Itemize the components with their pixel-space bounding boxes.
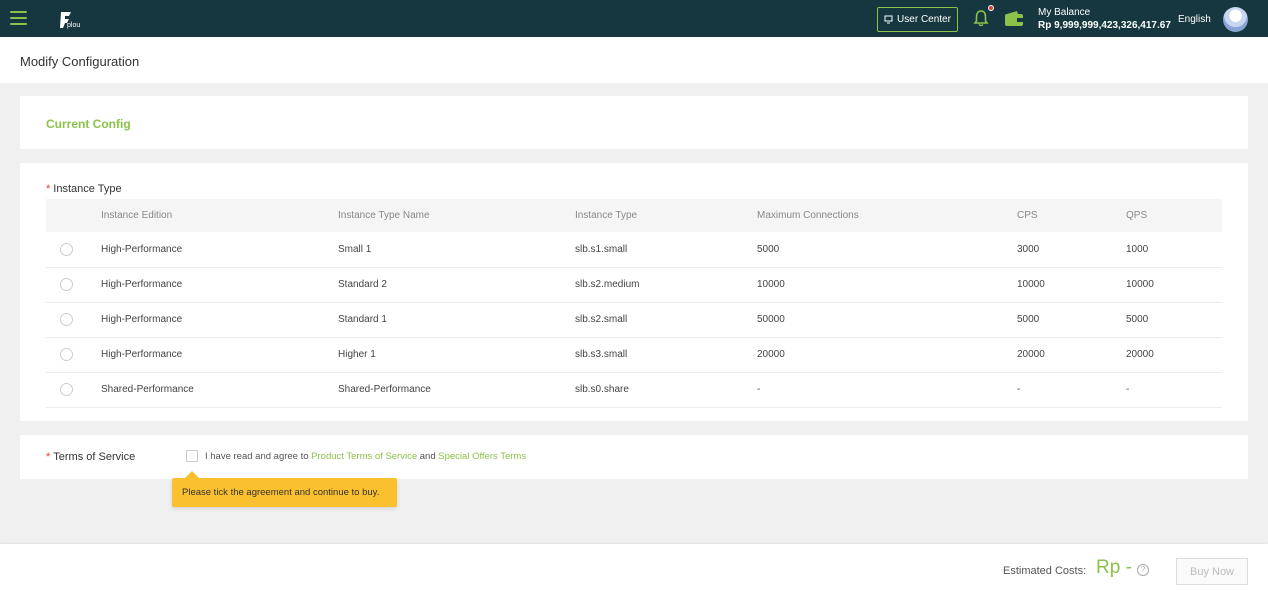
table-cell: 5000 bbox=[757, 232, 1017, 268]
table-cell: Higher 1 bbox=[338, 337, 575, 373]
table-row[interactable]: Shared-Performance Shared-Performance sl… bbox=[46, 372, 1222, 408]
page-header: Modify Configuration bbox=[0, 37, 1268, 83]
instance-type-card: * Instance Type Instance Edition Instance… bbox=[20, 163, 1248, 421]
agree-prefix-text: I have read and agree to bbox=[205, 451, 309, 462]
table-cell: 20000 bbox=[757, 337, 1017, 373]
table-cell: slb.s1.small bbox=[575, 232, 757, 268]
instance-type-table: Instance Edition Instance Type Name Inst… bbox=[46, 199, 1222, 408]
table-cell: Small 1 bbox=[338, 232, 575, 268]
table-cell: 10000 bbox=[757, 267, 1017, 303]
help-icon[interactable]: ? bbox=[1137, 564, 1149, 576]
table-cell: Shared-Performance bbox=[101, 372, 338, 408]
footer-bar: Estimated Costs: Rp - ? Buy Now bbox=[0, 544, 1268, 596]
table-cell: Standard 1 bbox=[338, 302, 575, 338]
special-offers-terms-link[interactable]: Special Offers Terms bbox=[438, 451, 526, 462]
table-header-row: Instance Edition Instance Type Name Inst… bbox=[46, 199, 1222, 232]
table-cell: slb.s0.share bbox=[575, 372, 757, 408]
table-cell: Shared-Performance bbox=[338, 372, 575, 408]
table-row[interactable]: High-Performance Higher 1 slb.s3.small 2… bbox=[46, 337, 1222, 373]
buy-now-button[interactable]: Buy Now bbox=[1176, 558, 1248, 585]
instance-type-label: * Instance Type bbox=[46, 183, 122, 195]
estimated-costs-value: Rp - bbox=[1096, 557, 1132, 578]
radio-column-header bbox=[46, 199, 101, 232]
balance-label: My Balance bbox=[1038, 7, 1091, 18]
table-cell: 20000 bbox=[1126, 337, 1222, 373]
table-cell: High-Performance bbox=[101, 232, 338, 268]
current-config-title: Current Config bbox=[46, 117, 131, 131]
column-header: Instance Edition bbox=[101, 199, 338, 232]
table-cell: 1000 bbox=[1126, 232, 1222, 268]
table-cell: 50000 bbox=[757, 302, 1017, 338]
column-header: Instance Type Name bbox=[338, 199, 575, 232]
user-center-button[interactable]: User Center bbox=[877, 7, 958, 32]
instance-radio-button[interactable] bbox=[60, 383, 73, 396]
instance-type-label-text: Instance Type bbox=[53, 183, 122, 195]
terms-agreement-text: I have read and agree to Product Terms o… bbox=[205, 451, 526, 462]
table-cell: - bbox=[1126, 372, 1222, 408]
page-title: Modify Configuration bbox=[20, 54, 140, 69]
table-cell: 5000 bbox=[1017, 302, 1126, 338]
instance-radio-button[interactable] bbox=[60, 278, 73, 291]
instance-radio-button[interactable] bbox=[60, 348, 73, 361]
table-row[interactable]: High-Performance Standard 2 slb.s2.mediu… bbox=[46, 267, 1222, 303]
instance-radio-button[interactable] bbox=[60, 242, 73, 256]
table-cell: High-Performance bbox=[101, 267, 338, 303]
column-header: QPS bbox=[1126, 199, 1222, 232]
top-navigation-bar: plou User Center My Balance Rp 9,999,999… bbox=[0, 0, 1268, 37]
current-config-card: Current Config bbox=[20, 96, 1248, 149]
wallet-icon[interactable] bbox=[1004, 10, 1024, 27]
user-center-icon bbox=[884, 15, 893, 24]
menu-icon[interactable] bbox=[10, 11, 27, 25]
table-row[interactable]: High-Performance Standard 1 slb.s2.small… bbox=[46, 302, 1222, 338]
balance-value: Rp 9,999,999,423,326,417.67 bbox=[1038, 20, 1171, 31]
user-avatar[interactable] bbox=[1223, 7, 1248, 32]
required-mark: * bbox=[46, 451, 51, 463]
column-header: Instance Type bbox=[575, 199, 757, 232]
table-cell: - bbox=[1017, 372, 1126, 408]
instance-radio-button[interactable] bbox=[60, 313, 73, 326]
table-cell: 20000 bbox=[1017, 337, 1126, 373]
terms-label-text: Terms of Service bbox=[53, 451, 136, 463]
agreement-warning-tooltip: Please tick the agreement and continue t… bbox=[172, 471, 397, 507]
table-cell: 5000 bbox=[1126, 302, 1222, 338]
terms-of-service-card: * Terms of Service I have read and agree … bbox=[20, 435, 1248, 479]
balance-display: My Balance Rp 9,999,999,423,326,417.67 bbox=[1038, 7, 1171, 33]
table-cell: slb.s2.medium bbox=[575, 267, 757, 303]
notification-dot bbox=[988, 5, 994, 11]
table-cell: 3000 bbox=[1017, 232, 1126, 268]
column-header: CPS bbox=[1017, 199, 1126, 232]
agree-terms-checkbox[interactable] bbox=[186, 450, 198, 462]
table-cell: 10000 bbox=[1126, 267, 1222, 303]
table-cell: 10000 bbox=[1017, 267, 1126, 303]
terms-label: * Terms of Service bbox=[46, 451, 135, 463]
table-cell: Standard 2 bbox=[338, 267, 575, 303]
column-header: Maximum Connections bbox=[757, 199, 1017, 232]
product-terms-link[interactable]: Product Terms of Service bbox=[311, 451, 417, 462]
table-cell: High-Performance bbox=[101, 337, 338, 373]
required-mark: * bbox=[46, 183, 51, 195]
table-row[interactable]: High-Performance Small 1 slb.s1.small 50… bbox=[46, 232, 1222, 268]
language-selector[interactable]: English bbox=[1178, 14, 1211, 25]
notification-bell-icon[interactable] bbox=[973, 9, 989, 27]
brand-logo-text: plou bbox=[67, 22, 81, 29]
table-cell: slb.s2.small bbox=[575, 302, 757, 338]
table-cell: High-Performance bbox=[101, 302, 338, 338]
estimated-costs-label: Estimated Costs: bbox=[1003, 565, 1087, 577]
table-cell: slb.s3.small bbox=[575, 337, 757, 373]
and-text: and bbox=[419, 451, 436, 462]
user-center-label: User Center bbox=[897, 14, 951, 25]
table-cell: - bbox=[757, 372, 1017, 408]
